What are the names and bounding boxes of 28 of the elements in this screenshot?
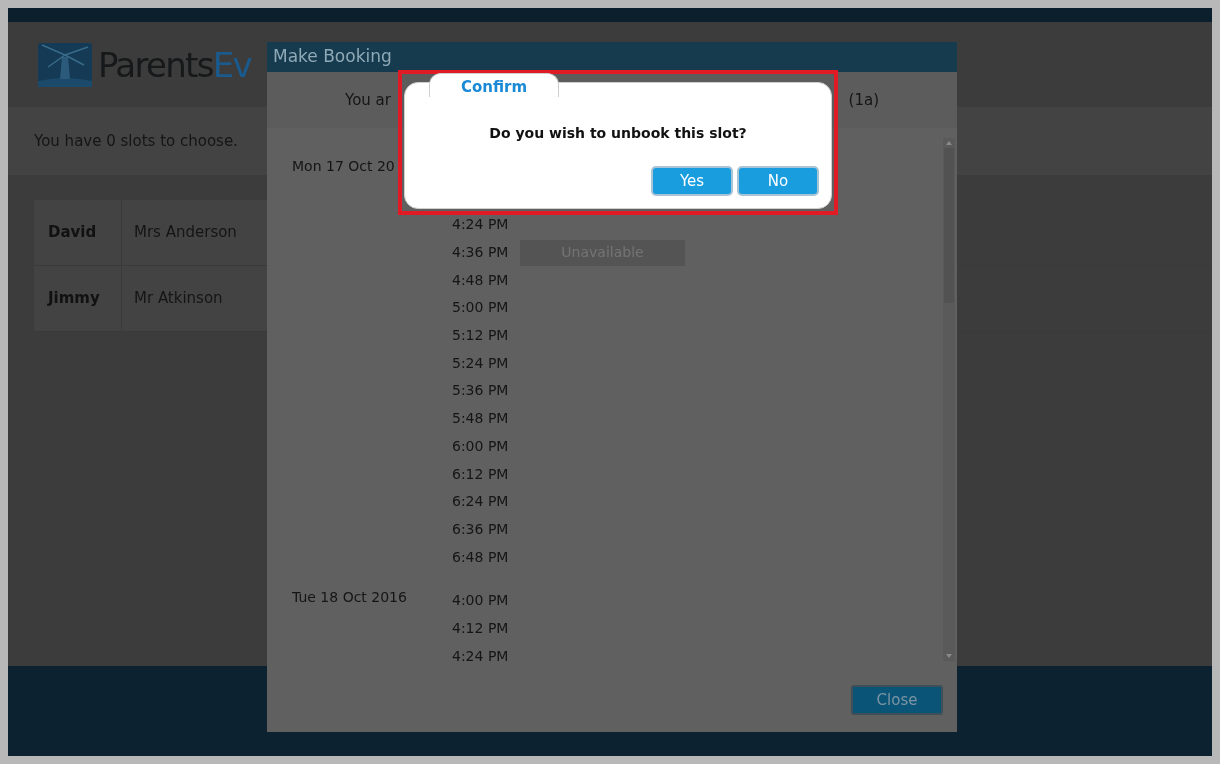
confirm-message: Do you wish to unbook this slot?	[489, 124, 747, 143]
time-slot[interactable]: 6:24 PM	[452, 491, 514, 513]
date-label: Mon 17 Oct 20	[292, 157, 396, 176]
time-slot[interactable]: 4:36 PM	[452, 242, 514, 264]
confirm-button[interactable]: No	[737, 166, 819, 196]
dialog-subtitle: (1a)	[848, 89, 879, 111]
time-slot[interactable]: 4:24 PM	[452, 214, 514, 236]
confirm-button[interactable]: Yes	[651, 166, 733, 196]
time-slot[interactable]: 4:00 PM	[452, 590, 514, 612]
dialog-title: Make Booking	[273, 45, 392, 69]
time-slot[interactable]: 5:12 PM	[452, 325, 514, 347]
time-slot[interactable]: 6:12 PM	[452, 463, 514, 485]
date-label: Tue 18 Oct 2016	[292, 587, 408, 607]
time-slot[interactable]: 6:36 PM	[452, 518, 514, 540]
close-button[interactable]: Close	[851, 685, 943, 715]
time-slot[interactable]: 5:24 PM	[452, 352, 514, 374]
time-slot[interactable]: 5:00 PM	[452, 297, 514, 319]
time-slot[interactable]: 6:00 PM	[452, 435, 514, 457]
time-slot[interactable]: 4:24 PM	[452, 645, 514, 661]
confirm-tab[interactable]: Confirm	[429, 73, 559, 97]
dialog-subtitle: You ar	[345, 89, 391, 111]
time-slot[interactable]: 5:48 PM	[452, 408, 514, 430]
time-slot[interactable]: 6:48 PM	[452, 546, 514, 568]
time-slot[interactable]: 4:12 PM	[452, 617, 514, 639]
time-slot[interactable]: 5:36 PM	[452, 380, 514, 402]
time-slot[interactable]: 4:48 PM	[452, 269, 514, 291]
scrollbar[interactable]	[943, 138, 955, 661]
lighthouse-logo-icon	[38, 42, 92, 87]
